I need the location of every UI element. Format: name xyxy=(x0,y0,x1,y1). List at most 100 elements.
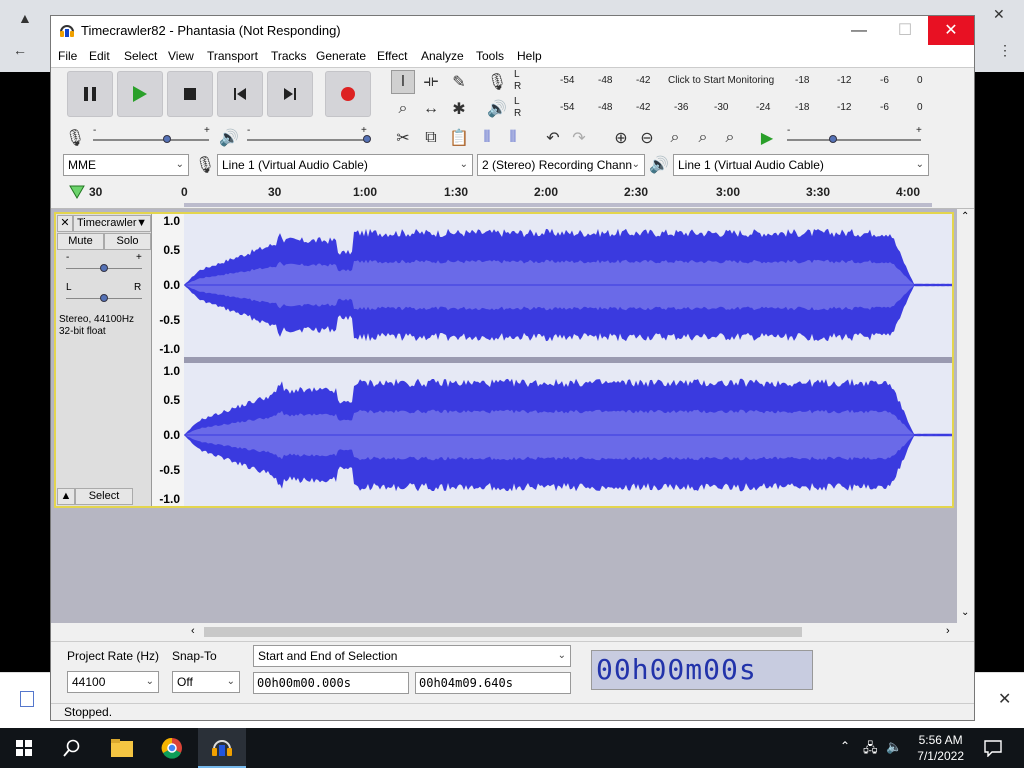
chrome-button[interactable] xyxy=(148,728,196,768)
minimize-button[interactable]: — xyxy=(836,16,882,45)
pinned-play-head-icon[interactable] xyxy=(69,185,85,199)
snap-to-dropdown[interactable]: Off ⌄ xyxy=(172,671,240,693)
play-button[interactable] xyxy=(117,71,163,117)
copy-icon[interactable]: ⧉ xyxy=(419,126,443,150)
file-explorer-button[interactable] xyxy=(98,728,146,768)
playback-device-dropdown[interactable]: Line 1 (Virtual Audio Cable) ⌄ xyxy=(673,154,929,176)
start-button[interactable] xyxy=(0,728,48,768)
scroll-left-icon[interactable]: ‹ xyxy=(191,625,195,637)
silence-icon[interactable]: ⫴ xyxy=(501,126,525,150)
horizontal-scrollbar[interactable]: ‹ › xyxy=(51,623,974,641)
solo-button[interactable]: Solo xyxy=(104,233,151,250)
audio-track[interactable]: ✕ Timecrawler ▼ Mute Solo - + L R Stereo,… xyxy=(54,212,968,508)
pause-button[interactable] xyxy=(67,71,113,117)
menu-generate[interactable]: Generate xyxy=(316,49,366,63)
playback-meter[interactable]: -54 -48 -42 -36 -30 -24 -18 -12 -6 0 xyxy=(524,97,926,119)
audio-position-display[interactable]: 00h00m00s xyxy=(591,650,813,690)
download-bar-close-icon[interactable]: ✕ xyxy=(998,689,1011,709)
notification-icon[interactable] xyxy=(984,739,1002,757)
download-file-icon[interactable] xyxy=(20,691,34,707)
maximize-button[interactable]: ☐ xyxy=(882,16,928,45)
cut-icon[interactable]: ✂ xyxy=(391,126,415,150)
volume-icon[interactable]: 🔈 xyxy=(886,739,902,755)
recording-device-dropdown[interactable]: Line 1 (Virtual Audio Cable) ⌄ xyxy=(217,154,473,176)
zoom-tool-icon[interactable]: ⌕ xyxy=(391,97,415,121)
pan-slider-thumb[interactable] xyxy=(100,294,108,302)
playback-meter-speaker-icon[interactable]: 🔊 xyxy=(485,97,509,121)
vertical-scrollbar[interactable]: ⌃ ⌄ xyxy=(957,209,974,623)
zoom-in-icon[interactable]: ⊕ xyxy=(609,126,633,150)
selection-start-time[interactable]: 00h00m00.000s xyxy=(253,672,409,694)
scroll-up-icon[interactable]: ⌃ xyxy=(961,211,969,222)
paste-icon[interactable]: 📋 xyxy=(447,126,471,150)
scroll-right-icon[interactable]: › xyxy=(946,625,950,637)
redo-icon[interactable]: ↷ xyxy=(567,126,591,150)
menu-tools[interactable]: Tools xyxy=(476,49,504,63)
horizontal-scroll-thumb[interactable] xyxy=(204,627,802,637)
multi-tool-icon[interactable]: ✱ xyxy=(447,97,471,121)
record-meter[interactable]: -54 -48 -42 Click to Start Monitoring -1… xyxy=(524,70,926,92)
timeline-scrub-bar[interactable] xyxy=(184,203,932,207)
play-speed-slider[interactable] xyxy=(787,139,921,141)
close-button[interactable]: ✕ xyxy=(928,16,974,45)
tray-chevron-up-icon[interactable]: ⌃ xyxy=(840,739,850,753)
waveform-display[interactable] xyxy=(184,214,968,506)
fit-selection-icon[interactable]: ⌕ xyxy=(663,126,687,150)
menu-select[interactable]: Select xyxy=(124,49,157,63)
selection-mode-dropdown[interactable]: Start and End of Selection ⌄ xyxy=(253,645,571,667)
play-speed-thumb[interactable] xyxy=(829,135,837,143)
undo-icon[interactable]: ↶ xyxy=(541,126,565,150)
gain-slider-thumb[interactable] xyxy=(100,264,108,272)
zoom-toggle-icon[interactable]: ⌕ xyxy=(718,126,742,150)
collapse-track-button[interactable]: ▲ xyxy=(57,488,75,505)
selection-tool-icon[interactable]: I xyxy=(391,70,415,94)
track-area[interactable]: ✕ Timecrawler ▼ Mute Solo - + L R Stereo,… xyxy=(51,209,968,623)
playback-volume-thumb[interactable] xyxy=(363,135,371,143)
project-rate-dropdown[interactable]: 44100 ⌄ xyxy=(67,671,159,693)
draw-tool-icon[interactable]: ✎ xyxy=(447,70,471,94)
record-meter-mic-icon[interactable]: 🎙 xyxy=(485,70,509,94)
menu-file[interactable]: File xyxy=(58,49,77,63)
scroll-down-icon[interactable]: ⌄ xyxy=(961,607,969,618)
clock[interactable]: 5:56 AM 7/1/2022 xyxy=(917,732,964,764)
search-button[interactable] xyxy=(48,728,96,768)
menu-edit[interactable]: Edit xyxy=(89,49,110,63)
select-track-button[interactable]: Select xyxy=(75,488,133,505)
skip-to-start-button[interactable] xyxy=(217,71,263,117)
stop-button[interactable] xyxy=(167,71,213,117)
recording-volume-thumb[interactable] xyxy=(163,135,171,143)
track-name-menu[interactable]: Timecrawler ▼ xyxy=(73,215,151,232)
zoom-out-icon[interactable]: ⊖ xyxy=(635,126,659,150)
back-arrow-icon[interactable]: ← xyxy=(13,42,27,58)
recording-volume-slider[interactable] xyxy=(93,139,209,141)
trim-icon[interactable]: ⫴ xyxy=(475,126,499,150)
timeshift-tool-icon[interactable]: ↔ xyxy=(419,97,443,121)
menu-tracks[interactable]: Tracks xyxy=(271,49,307,63)
menu-view[interactable]: View xyxy=(168,49,194,63)
browser-menu-icon[interactable]: ⋮ xyxy=(998,42,1012,59)
playback-volume-slider[interactable] xyxy=(247,139,367,141)
recording-channels-dropdown[interactable]: 2 (Stereo) Recording Chann ⌄ xyxy=(477,154,645,176)
envelope-tool-icon[interactable]: ⟛ xyxy=(419,70,443,94)
track-close-button[interactable]: ✕ xyxy=(57,215,73,232)
menu-analyze[interactable]: Analyze xyxy=(421,49,464,63)
mute-button[interactable]: Mute xyxy=(57,233,104,250)
record-button[interactable] xyxy=(325,71,371,117)
background-dark-right xyxy=(975,72,1024,672)
selection-end-time[interactable]: 00h04m09.640s xyxy=(415,672,571,694)
menu-transport[interactable]: Transport xyxy=(207,49,258,63)
play-at-speed-icon[interactable]: ▶ xyxy=(755,126,779,150)
audacity-taskbar-button[interactable] xyxy=(198,728,246,768)
audio-host-dropdown[interactable]: MME ⌄ xyxy=(63,154,189,176)
menu-effect[interactable]: Effect xyxy=(377,49,407,63)
click-to-start-monitoring[interactable]: Click to Start Monitoring xyxy=(668,75,774,86)
skip-to-end-button[interactable] xyxy=(267,71,313,117)
timeline-ruler[interactable]: 30 0 30 1:00 1:30 2:00 2:30 3:00 3:30 4:… xyxy=(51,181,974,209)
ruler-label: -0.5 xyxy=(159,463,180,477)
title-bar[interactable]: Timecrawler82 - Phantasia (Not Respondin… xyxy=(51,16,974,45)
browser-close-icon[interactable]: ✕ xyxy=(993,6,1005,23)
play-scale-label: -30 xyxy=(714,102,729,113)
network-icon[interactable]: 🖧 xyxy=(863,739,878,761)
fit-project-icon[interactable]: ⌕ xyxy=(691,126,715,150)
menu-help[interactable]: Help xyxy=(517,49,542,63)
